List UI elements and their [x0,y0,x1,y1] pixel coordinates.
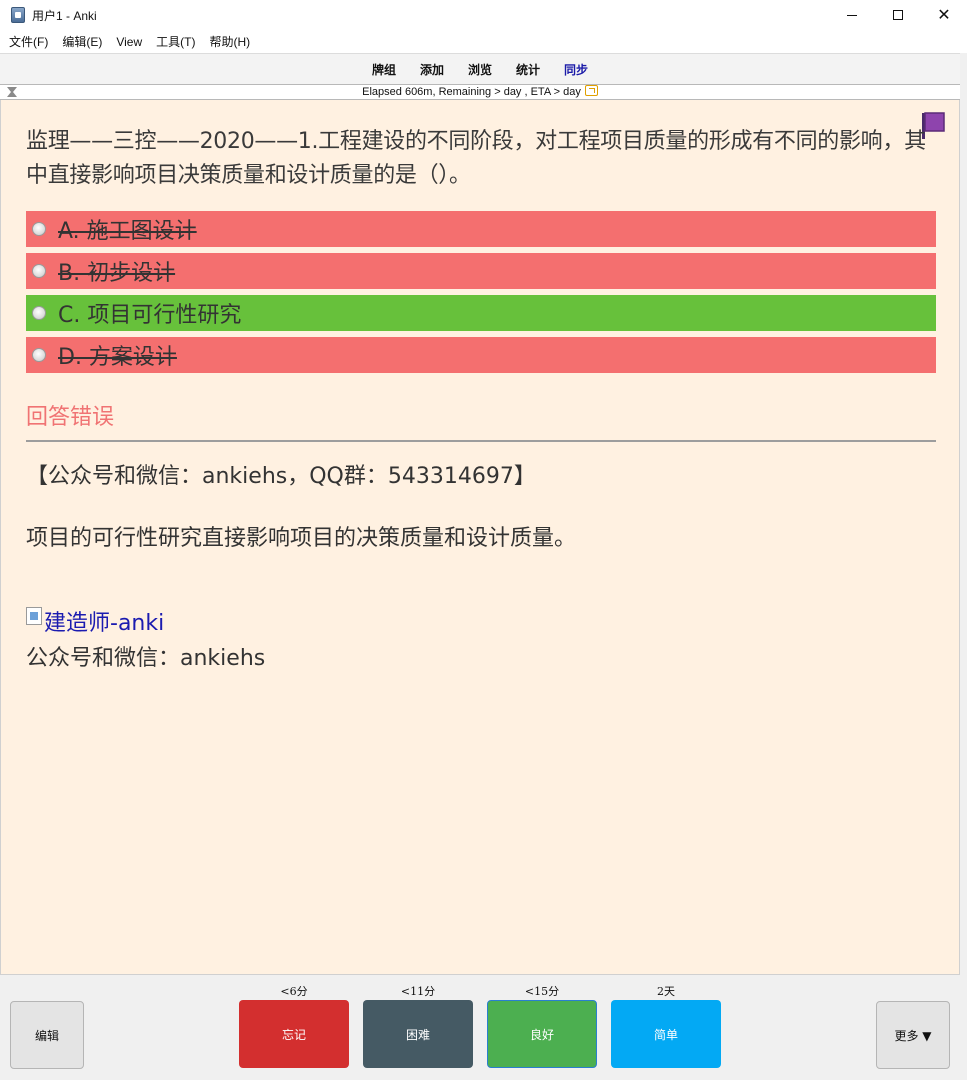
ease-again-group: <6分 忘记 [239,983,349,1068]
menu-file[interactable]: 文件(F) [2,33,55,50]
radio-icon[interactable] [32,348,46,362]
option-label: D. 方案设计 [58,345,177,370]
window-title: 用户1 - Anki [32,8,97,23]
radio-icon[interactable] [32,306,46,320]
ease-good-group: <15分 良好 [487,983,597,1068]
menu-tools[interactable]: 工具(T) [149,33,202,50]
more-button[interactable]: 更多 ▼ [876,1001,950,1069]
option-b[interactable]: B. 初步设计 [26,253,936,289]
again-button[interactable]: 忘记 [239,1000,349,1068]
edit-button[interactable]: 编辑 [10,1001,84,1069]
toolbar-sync[interactable]: 同步 [552,61,600,78]
answer-options: A. 施工图设计 B. 初步设计 C. 项目可行性研究 D. 方案设计 [26,211,936,379]
card-footer-text: 公众号和微信：ankiehs [26,646,266,671]
broken-image-icon [26,607,42,625]
close-button[interactable]: ✕ [921,0,967,30]
question-text: 监理——三控——2020——1.工程建设的不同阶段，对工程项目质量的形成有不同的… [26,129,926,188]
ease-easy-group: 2天 简单 [611,983,721,1068]
hard-button[interactable]: 困难 [363,1000,473,1068]
progress-status-bar: Elapsed 606m, Remaining > day , ETA > da… [0,84,960,100]
option-c[interactable]: C. 项目可行性研究 [26,295,936,331]
window-edge [960,53,967,1080]
toolbar-decks[interactable]: 牌组 [360,61,408,78]
answer-bar: 编辑 <6分 忘记 <11分 困难 <15分 良好 2天 简单 更多 ▼ [0,974,960,1080]
option-label: B. 初步设计 [58,261,176,286]
hard-interval: <11分 [400,985,436,998]
menu-view[interactable]: View [109,35,149,49]
main-toolbar: 牌组 添加 浏览 统计 同步 [0,53,960,84]
maximize-button[interactable] [875,0,921,30]
contact-info: 【公众号和微信：ankiehs，QQ群：543314697】 [26,464,536,489]
toolbar-stats[interactable]: 统计 [504,61,552,78]
result-text: 回答错误 [26,405,115,430]
option-d[interactable]: D. 方案设计 [26,337,936,373]
option-a[interactable]: A. 施工图设计 [26,211,936,247]
minimize-icon [847,14,857,16]
easy-interval: 2天 [657,985,675,998]
menu-help[interactable]: 帮助(H) [202,33,257,50]
good-button[interactable]: 良好 [487,1000,597,1068]
anki-app-icon [11,7,25,23]
ease-hard-group: <11分 困难 [363,983,473,1068]
minimize-button[interactable] [829,0,875,30]
radio-icon[interactable] [32,264,46,278]
explanation-text: 项目的可行性研究直接影响项目的决策质量和设计质量。 [26,526,577,551]
card-view: 监理——三控——2020——1.工程建设的不同阶段，对工程项目质量的形成有不同的… [0,100,960,974]
window-controls: ✕ [829,0,967,30]
radio-icon[interactable] [32,222,46,236]
broken-image-link[interactable]: 建造师-anki [26,605,164,637]
refresh-icon[interactable] [584,85,598,96]
again-interval: <6分 [280,985,308,998]
image-alt-text: 建造师-anki [44,611,165,636]
close-icon: ✕ [937,5,951,24]
menu-bar: 文件(F) 编辑(E) View 工具(T) 帮助(H) [0,30,967,53]
option-label: A. 施工图设计 [58,219,197,244]
status-text: Elapsed 606m, Remaining > day , ETA > da… [362,86,581,98]
toolbar-add[interactable]: 添加 [408,61,456,78]
option-label: C. 项目可行性研究 [58,303,242,328]
menu-edit[interactable]: 编辑(E) [55,33,109,50]
answer-divider [26,440,936,442]
title-bar: 用户1 - Anki ✕ [0,0,967,30]
good-interval: <15分 [524,985,560,998]
toolbar-browse[interactable]: 浏览 [456,61,504,78]
easy-button[interactable]: 简单 [611,1000,721,1068]
maximize-icon [893,10,903,20]
